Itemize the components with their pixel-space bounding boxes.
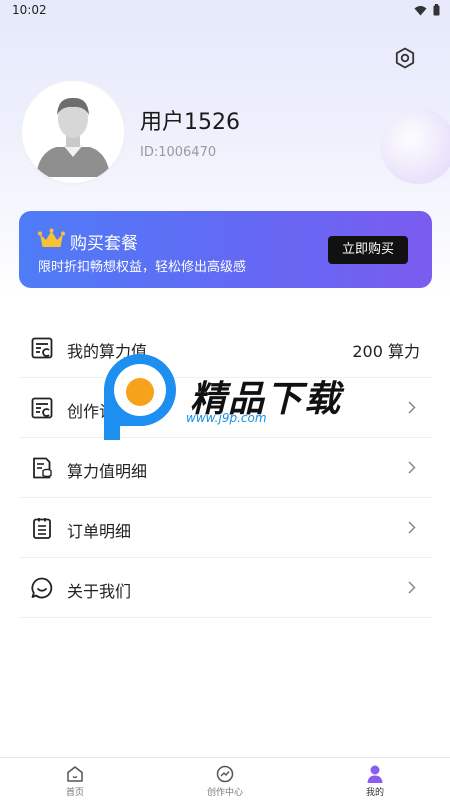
menu-item-about-us[interactable]: 关于我们 [19,558,432,618]
compute-detail-icon [33,457,52,479]
menu-label: 订单明细 [67,522,132,541]
menu-item-order-detail[interactable]: 订单明细 [19,498,432,558]
avatar[interactable] [22,81,124,183]
status-icons [414,4,440,16]
menu-list: 我的算力值 200 算力 创作记录 算力值明细 订单明细 关于我们 [19,318,432,618]
creation-record-icon [31,397,53,419]
settings-button[interactable] [393,46,417,70]
user-icon [367,765,383,783]
menu-item-compute-value[interactable]: 我的算力值 200 算力 [19,318,432,378]
bottom-tab-bar: 首页 创作中心 我的 [0,757,450,801]
buy-now-button[interactable]: 立即购买 [328,236,408,264]
promo-subtitle: 限时折扣畅想权益，轻松修出高级感 [38,260,247,275]
decorative-circle [380,108,450,184]
chevron-right-icon [408,461,416,474]
compute-list-icon [31,337,53,359]
tab-label: 我的 [365,788,384,798]
chevron-right-icon [408,521,416,534]
watermark-logo [104,354,176,440]
settings-hexagon-icon [395,47,415,69]
chevron-right-icon [408,581,416,594]
promo-title: 购买套餐 [70,234,138,254]
tab-label: 首页 [65,788,84,798]
home-icon [67,766,83,782]
compute-balance: 200 算力 [352,342,420,361]
chevron-right-icon [408,401,416,414]
username: 用户1526 [140,110,240,135]
menu-item-compute-detail[interactable]: 算力值明细 [19,438,432,498]
watermark-url: www.j9p.com [186,411,267,425]
battery-icon [433,4,440,16]
wifi-icon [414,5,427,15]
chat-bubble-icon [31,577,53,599]
clipboard-icon [33,518,51,539]
menu-label: 关于我们 [67,582,132,601]
user-id: ID:1006470 [140,145,217,160]
tab-mine[interactable]: 我的 [300,758,450,801]
tab-label: 创作中心 [206,788,243,798]
creation-center-icon [216,765,234,783]
default-avatar-icon [36,97,110,177]
menu-label: 算力值明细 [67,462,148,481]
tab-creation-center[interactable]: 创作中心 [150,758,300,801]
tab-home[interactable]: 首页 [0,758,150,801]
status-bar: 10:02 [0,0,450,22]
crown-icon [38,228,65,247]
status-time: 10:02 [12,3,47,17]
